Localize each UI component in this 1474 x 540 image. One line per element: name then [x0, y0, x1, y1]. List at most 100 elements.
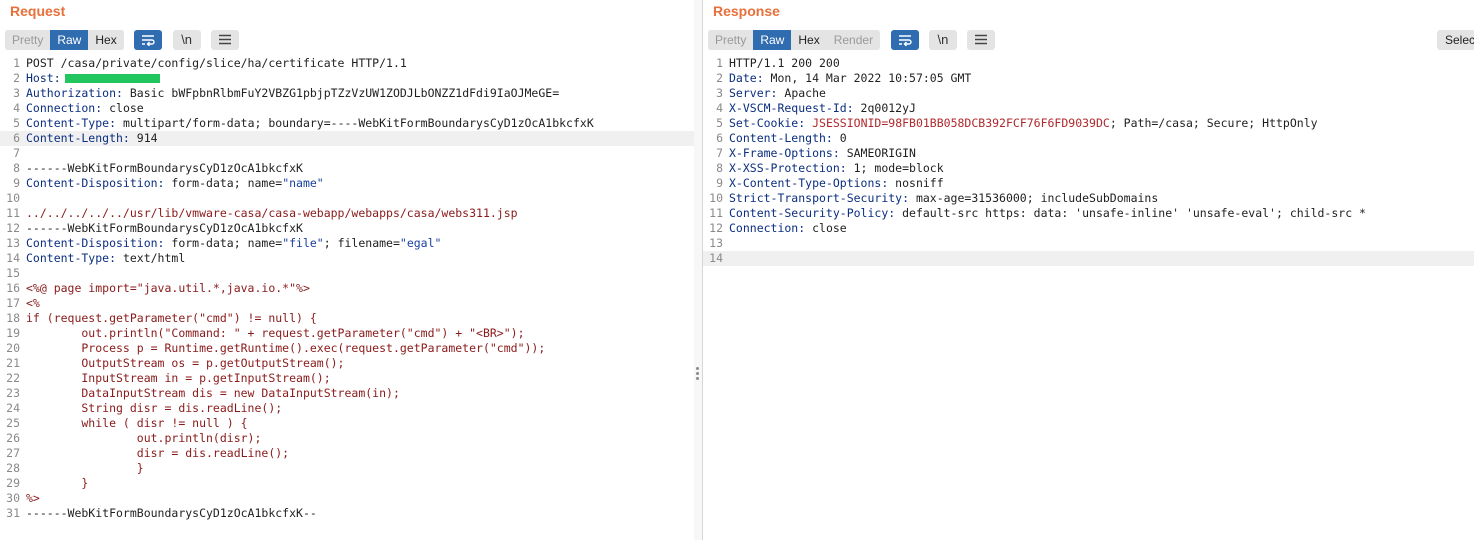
body-text: out.println("Command: " + request.getPar… [26, 326, 525, 340]
editor-line: 3 Server: Apache [703, 86, 1474, 101]
pane-splitter[interactable] [694, 0, 702, 540]
editor-line: 13 Content-Disposition: form-data; name="… [0, 236, 694, 251]
editor-line: 31 ------WebKitFormBoundarysCyD1zOcA1bkcf… [0, 506, 694, 521]
body-text: String disr = dis.readLine(); [26, 401, 283, 415]
request-toolbar: Pretty Raw Hex \n [0, 30, 694, 56]
editor-line: 26 out.println(disr); [0, 431, 694, 446]
body-text: %> [26, 491, 40, 505]
editor-line: 5 Set-Cookie: JSESSIONID=98FB01BB058DCB39… [703, 116, 1474, 131]
response-tab-raw[interactable]: Raw [753, 30, 792, 50]
line-number: 10 [709, 191, 723, 205]
line-number: 13 [709, 236, 723, 250]
header-name: Strict-Transport-Security: [729, 191, 910, 205]
header-name: Date: [729, 71, 764, 85]
editor-line: 19 out.println("Command: " + request.get… [0, 326, 694, 341]
line-number: 19 [6, 326, 20, 340]
editor-line: 22 InputStream in = p.getInputStream(); [0, 371, 694, 386]
line-number: 20 [6, 341, 20, 355]
line-number: 5 [13, 116, 20, 130]
editor-line: 27 disr = dis.readLine(); [0, 446, 694, 461]
header-value-tail: ; Path=/casa; Secure; HttpOnly [1109, 116, 1318, 130]
header-value: close [102, 101, 144, 115]
header-name: Set-Cookie: [729, 116, 806, 130]
editor-line: 1 HTTP/1.1 200 200 [703, 56, 1474, 71]
header-name: X-Content-Type-Options: [729, 176, 889, 190]
line-number: 30 [6, 491, 20, 505]
editor-line: 17 <% [0, 296, 694, 311]
header-name: Content-Disposition: [26, 236, 165, 250]
param-value: "file" [282, 236, 324, 250]
wrap-lines-icon [898, 35, 912, 47]
editor-line: 10 Strict-Transport-Security: max-age=315… [703, 191, 1474, 206]
response-tab-render[interactable]: Render [826, 30, 881, 50]
line-number: 13 [6, 236, 20, 250]
request-newline-button[interactable]: \n [172, 30, 201, 50]
editor-line: 14 [703, 251, 1474, 266]
line-number: 10 [6, 191, 20, 205]
splitter-grip-icon[interactable] [696, 367, 700, 382]
body-text: } [26, 476, 89, 490]
header-value: 2q0012yJ [853, 101, 916, 115]
response-editor[interactable]: 1 HTTP/1.1 200 200 2 Date: Mon, 14 Mar 2022… [703, 56, 1474, 540]
editor-line: 13 [703, 236, 1474, 251]
line-number: 12 [6, 221, 20, 235]
response-tab-hex[interactable]: Hex [791, 30, 827, 50]
editor-line: 6 Content-Length: 0 [703, 131, 1474, 146]
cookie-value: JSESSIONID=98FB01BB058DCB392FCF76F6FD903… [812, 116, 1110, 130]
header-name: Content-Type: [26, 116, 117, 130]
body-text: } [26, 461, 144, 475]
header-name: Server: [729, 86, 778, 100]
header-value: Mon, 14 Mar 2022 10:57:05 GMT [763, 71, 972, 85]
editor-line: 5 Content-Type: multipart/form-data; boun… [0, 116, 694, 131]
request-editor[interactable]: 1 POST /casa/private/config/slice/ha/cert… [0, 56, 694, 540]
line-number: 2 [716, 71, 723, 85]
response-newline-button[interactable]: \n [928, 30, 957, 50]
line-number: 3 [13, 86, 20, 100]
header-value: Apache [777, 86, 826, 100]
line-number: 18 [6, 311, 20, 325]
header-value: Basic bWFpbnRlbmFuY2VBZG1pbjpTZzVzUW1ZOD… [122, 86, 560, 100]
line-number: 28 [6, 461, 20, 475]
hamburger-menu-icon [975, 34, 988, 45]
editor-line: 1 POST /casa/private/config/slice/ha/cert… [0, 56, 694, 71]
line-number: 17 [6, 296, 20, 310]
response-tab-pretty[interactable]: Pretty [708, 30, 754, 50]
editor-line: 9 Content-Disposition: form-data; name="n… [0, 176, 694, 191]
line-text: ------WebKitFormBoundarysCyD1zOcA1bkcfxK [26, 221, 303, 235]
redacted-host-bar [64, 74, 160, 83]
param-value: "egal" [399, 236, 442, 250]
line-number: 31 [6, 506, 20, 520]
request-tab-raw[interactable]: Raw [50, 30, 89, 50]
body-text: disr = dis.readLine(); [26, 446, 290, 460]
body-text: out.println(disr); [26, 431, 262, 445]
request-menu-button[interactable] [211, 30, 240, 50]
editor-line: 16 <%@ page import="java.util.*,java.io.*… [0, 281, 694, 296]
line-text: ------WebKitFormBoundarysCyD1zOcA1bkcfxK [26, 161, 303, 175]
body-text: <% [26, 296, 40, 310]
editor-line: 6 Content-Length: 914 [0, 131, 694, 146]
response-select-button[interactable]: Selec [1436, 30, 1474, 50]
response-menu-button[interactable] [967, 30, 996, 50]
editor-line: 29 } [0, 476, 694, 491]
line-number: 7 [13, 146, 20, 160]
response-title: Response [713, 3, 780, 19]
header-name: Content-Type: [26, 251, 117, 265]
editor-line: 28 } [0, 461, 694, 476]
editor-line: 3 Authorization: Basic bWFpbnRlbmFuY2VBZG… [0, 86, 694, 101]
response-wrap-button[interactable] [890, 30, 919, 50]
header-value: 1; mode=block [846, 161, 944, 175]
header-name: Content-Length: [729, 131, 833, 145]
request-wrap-button[interactable] [134, 30, 163, 50]
request-tab-hex[interactable]: Hex [88, 30, 124, 50]
editor-line: 23 DataInputStream dis = new DataInputSt… [0, 386, 694, 401]
header-value-tail: ; filename= [323, 236, 400, 250]
header-value: 0 [832, 131, 847, 145]
header-value: multipart/form-data; boundary=----WebKit… [116, 116, 594, 130]
wrap-lines-icon [142, 35, 155, 47]
request-view-tabs: Pretty Raw Hex [5, 30, 124, 50]
response-toolbar: Pretty Raw Hex Render \n Selec [703, 30, 1474, 56]
newline-icon: \n [181, 32, 193, 47]
line-number: 27 [6, 446, 20, 460]
request-tab-pretty[interactable]: Pretty [5, 30, 51, 50]
line-number: 6 [13, 131, 20, 145]
